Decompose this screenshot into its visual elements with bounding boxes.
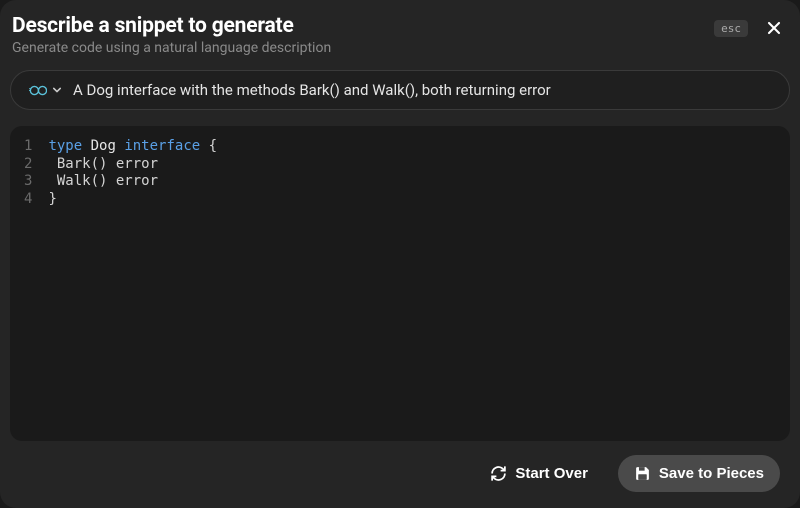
snippet-generator-modal: Describe a snippet to generate Generate …: [0, 0, 800, 508]
save-label: Save to Pieces: [659, 465, 764, 482]
line-number: 2: [24, 156, 32, 174]
code-preview: 1234 type Dog interface { Bark() error W…: [10, 126, 790, 441]
code-content[interactable]: type Dog interface { Bark() error Walk()…: [48, 138, 217, 429]
code-line: }: [48, 191, 217, 209]
line-number: 3: [24, 173, 32, 191]
refresh-icon: [490, 465, 507, 482]
modal-subtitle: Generate code using a natural language d…: [12, 40, 714, 56]
close-icon: [764, 18, 784, 38]
code-line: Bark() error: [48, 156, 217, 174]
start-over-button[interactable]: Start Over: [474, 455, 604, 492]
modal-footer: Start Over Save to Pieces: [10, 441, 790, 498]
go-icon: [29, 85, 47, 96]
code-line: type Dog interface {: [48, 138, 217, 156]
save-button[interactable]: Save to Pieces: [618, 455, 780, 492]
prompt-input[interactable]: A Dog interface with the methods Bark() …: [73, 81, 771, 99]
line-number-gutter: 1234: [10, 138, 48, 429]
esc-badge[interactable]: esc: [714, 20, 748, 37]
line-number: 4: [24, 191, 32, 209]
close-button[interactable]: [760, 14, 788, 42]
header-text: Describe a snippet to generate Generate …: [12, 14, 714, 56]
line-number: 1: [24, 138, 32, 156]
start-over-label: Start Over: [515, 465, 588, 482]
modal-header: Describe a snippet to generate Generate …: [10, 14, 790, 56]
modal-title: Describe a snippet to generate: [12, 14, 714, 38]
header-controls: esc: [714, 14, 788, 42]
save-icon: [634, 465, 651, 482]
chevron-down-icon: [53, 86, 61, 94]
code-line: Walk() error: [48, 173, 217, 191]
language-selector[interactable]: [29, 85, 61, 96]
prompt-input-row[interactable]: A Dog interface with the methods Bark() …: [10, 70, 790, 110]
